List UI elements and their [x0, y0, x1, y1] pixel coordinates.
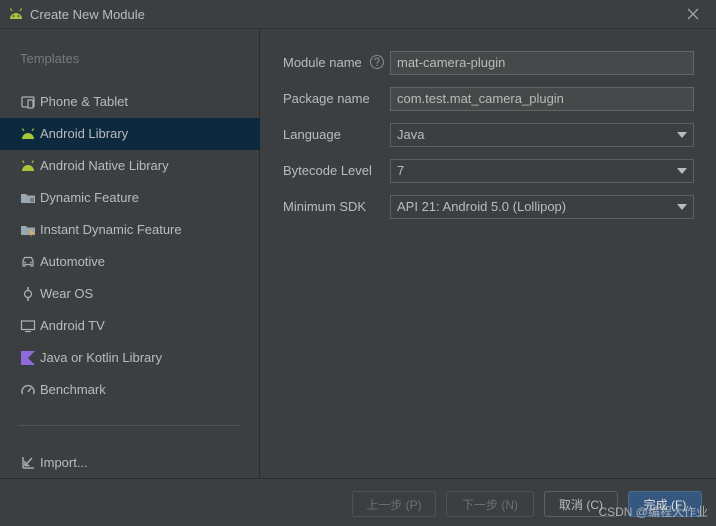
- sidebar-divider: [18, 425, 240, 426]
- templates-heading: Templates: [20, 51, 80, 66]
- sidebar-item-label: Phone & Tablet: [40, 94, 128, 109]
- folder-lightning-icon: [21, 226, 35, 237]
- window-title: Create New Module: [30, 7, 145, 22]
- sidebar-item-automotive[interactable]: Automotive: [0, 246, 260, 278]
- minimum-sdk-row: Minimum SDK API 21: Android 5.0 (Lollipo…: [283, 195, 703, 219]
- import-item[interactable]: Import...: [0, 447, 260, 479]
- close-icon[interactable]: [684, 5, 702, 23]
- watermark: CSDN @编程大作业: [598, 505, 708, 519]
- gauge-icon: [21, 384, 35, 395]
- package-name-row: Package name com.test.mat_camera_plugin: [283, 87, 703, 111]
- language-value: Java: [397, 127, 425, 142]
- bytecode-level-label: Bytecode Level: [283, 163, 372, 178]
- sidebar-item-label: Wear OS: [40, 286, 94, 301]
- chevron-down-icon: [677, 204, 687, 210]
- language-select[interactable]: Java: [390, 123, 694, 147]
- android-icon: [21, 160, 35, 171]
- sidebar-item-instant-dynamic-feature[interactable]: Instant Dynamic Feature: [0, 214, 260, 246]
- sidebar-item-wear-os[interactable]: Wear OS: [0, 278, 260, 310]
- sidebar-item-label: Java or Kotlin Library: [40, 350, 163, 365]
- sidebar-item-label: Instant Dynamic Feature: [40, 222, 182, 237]
- minimum-sdk-label: Minimum SDK: [283, 199, 367, 214]
- sidebar-item-dynamic-feature[interactable]: Dynamic Feature: [0, 182, 260, 214]
- minimum-sdk-value: API 21: Android 5.0 (Lollipop): [397, 199, 567, 214]
- package-name-field[interactable]: com.test.mat_camera_plugin: [390, 87, 694, 111]
- sidebar-item-android-native-library[interactable]: Android Native Library: [0, 150, 260, 182]
- sidebar-item-benchmark[interactable]: Benchmark: [0, 374, 260, 406]
- sidebar-item-label: Android Library: [40, 126, 129, 141]
- watch-icon: [23, 287, 33, 301]
- bytecode-level-select[interactable]: 7: [390, 159, 694, 183]
- next-button[interactable]: 下一步 (N): [446, 491, 534, 517]
- module-name-row: Module name mat-camera-plugin: [283, 51, 703, 75]
- tv-icon: [20, 320, 36, 333]
- phone-tablet-icon: [21, 96, 35, 109]
- language-row: Language Java: [283, 123, 703, 147]
- kotlin-icon: [21, 351, 35, 365]
- sidebar-item-phone-tablet[interactable]: Phone & Tablet: [0, 86, 260, 118]
- language-label: Language: [283, 127, 341, 142]
- sidebar-item-java-kotlin-library[interactable]: Java or Kotlin Library: [0, 342, 260, 374]
- bytecode-level-row: Bytecode Level 7: [283, 159, 703, 183]
- chevron-down-icon: [677, 168, 687, 174]
- folder-icon: [21, 194, 35, 203]
- android-icon: [9, 8, 23, 19]
- import-label: Import...: [40, 455, 88, 470]
- module-settings-panel: Module name mat-camera-plugin Package na…: [261, 30, 716, 478]
- module-name-field[interactable]: mat-camera-plugin: [390, 51, 694, 75]
- sidebar-item-label: Dynamic Feature: [40, 190, 139, 205]
- sidebar-item-label: Benchmark: [40, 382, 106, 397]
- title-bar: Create New Module: [0, 0, 716, 29]
- sidebar-item-label: Android Native Library: [40, 158, 169, 173]
- sidebar-item-android-library[interactable]: Android Library: [0, 118, 260, 150]
- sidebar-item-android-tv[interactable]: Android TV: [0, 310, 260, 342]
- package-name-label: Package name: [283, 91, 370, 106]
- sidebar-item-label: Automotive: [40, 254, 106, 269]
- help-icon[interactable]: [369, 54, 385, 70]
- previous-button[interactable]: 上一步 (P): [352, 491, 436, 517]
- sidebar-item-label: Android TV: [40, 318, 105, 333]
- android-icon: [21, 128, 35, 139]
- module-name-label: Module name: [283, 55, 362, 70]
- chevron-down-icon: [677, 132, 687, 138]
- car-icon: [22, 256, 34, 267]
- minimum-sdk-select[interactable]: API 21: Android 5.0 (Lollipop): [390, 195, 694, 219]
- templates-sidebar: Templates Phone & Tablet Android Library…: [0, 30, 260, 478]
- dialog-footer: 上一步 (P) 下一步 (N) 取消 (C) 完成 (F) CSDN @编程大作…: [0, 478, 716, 526]
- import-icon: [22, 457, 34, 469]
- bytecode-level-value: 7: [397, 163, 405, 178]
